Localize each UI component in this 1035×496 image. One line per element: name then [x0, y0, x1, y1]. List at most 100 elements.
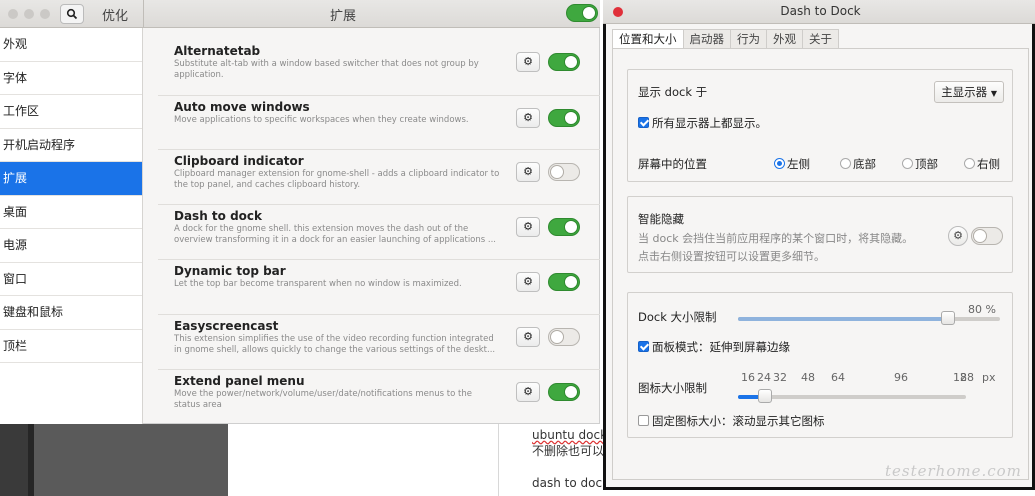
position-radio-label: 左侧	[787, 157, 810, 171]
display-frame: 显示 dock 于 主显示器 ▼ 所有显示器上都显示。 屏幕中的位置 左侧 底部 顶…	[627, 69, 1013, 182]
panel-mode-checkbox[interactable]	[638, 341, 649, 352]
autohide-frame: 智能隐藏 当 dock 会挡住当前应用程序的某个窗口时，将其隐藏。 点击右侧设置…	[627, 196, 1013, 273]
sidebar-item[interactable]: 开机启动程序	[0, 129, 142, 162]
sidebar-item[interactable]: 工作区	[0, 95, 142, 129]
extension-row: Dash to dock A dock for the gnome shell. …	[158, 204, 600, 258]
icon-size-unit: px	[982, 371, 996, 384]
gear-icon: ⚙	[523, 275, 533, 288]
extension-description: Substitute alt-tab with a window based s…	[174, 59, 479, 80]
icon-size-tick-label: 48	[801, 371, 815, 384]
settings-tab[interactable]: 位置和大小	[612, 29, 684, 49]
sidebar-item[interactable]: 窗口	[0, 263, 142, 296]
window-close-dot[interactable]	[8, 9, 18, 19]
window-maximize-dot[interactable]	[40, 9, 50, 19]
extension-row: Auto move windows Move applications to sp…	[158, 95, 600, 149]
settings-tab[interactable]: 关于	[803, 29, 839, 49]
window-minimize-dot[interactable]	[24, 9, 34, 19]
toggle-knob	[582, 6, 596, 20]
extension-toggle[interactable]	[548, 328, 580, 346]
extension-settings-button[interactable]: ⚙	[516, 162, 540, 182]
dash-to-dock-header-bar: Dash to Dock	[603, 0, 1035, 24]
toggle-knob	[564, 220, 578, 234]
search-icon	[66, 8, 78, 20]
toggle-knob	[564, 111, 578, 125]
settings-tab[interactable]: 启动器	[683, 29, 731, 49]
autohide-hint-1: 当 dock 会挡住当前应用程序的某个窗口时，将其隐藏。	[638, 232, 914, 245]
extension-settings-button[interactable]: ⚙	[516, 382, 540, 402]
position-radio-label: 底部	[853, 157, 876, 171]
autohide-label: 智能隐藏	[638, 212, 684, 226]
sidebar-item[interactable]: 外观	[0, 28, 142, 62]
extension-description: A dock for the gnome shell. this extensi…	[174, 224, 497, 245]
position-radio[interactable]: 右侧	[964, 156, 1000, 172]
position-radio-label: 右侧	[977, 157, 1000, 171]
extension-description: Let the top bar become transparent when …	[174, 279, 462, 289]
radio-circle[interactable]	[774, 158, 785, 169]
fixed-icon-option[interactable]: 固定图标大小：滚动显示其它图标	[638, 413, 825, 429]
dock-size-slider-handle[interactable]	[941, 311, 955, 325]
dash-to-dock-window: Dash to Dock 位置和大小 启动器 行为 外观 关于 显示 dock 于 主显…	[603, 0, 1035, 490]
chevron-down-icon: ▼	[990, 89, 997, 98]
extension-settings-button[interactable]: ⚙	[516, 217, 540, 237]
panel-mode-option[interactable]: 面板模式：延伸到屏幕边缘	[638, 339, 790, 355]
autohide-settings-button[interactable]: ⚙	[948, 226, 968, 246]
extension-toggle[interactable]	[548, 53, 580, 71]
panel-mode-label: 面板模式：延伸到屏幕边缘	[652, 340, 790, 354]
extension-settings-button[interactable]: ⚙	[516, 327, 540, 347]
extension-toggle[interactable]	[548, 273, 580, 291]
header-separator	[143, 0, 144, 28]
all-monitors-label: 所有显示器上都显示。	[652, 116, 767, 130]
dock-size-slider[interactable]	[738, 311, 1000, 325]
gear-icon: ⚙	[523, 111, 533, 124]
background-dark-strip	[0, 420, 28, 496]
sidebar-item[interactable]: 桌面	[0, 196, 142, 229]
sidebar-item[interactable]: 电源	[0, 229, 142, 263]
toggle-knob	[550, 165, 564, 179]
all-monitors-option[interactable]: 所有显示器上都显示。	[638, 115, 767, 131]
fixed-icon-checkbox[interactable]	[638, 415, 649, 426]
gear-icon: ⚙	[523, 330, 533, 343]
toggle-knob	[564, 385, 578, 399]
sidebar: 外观 字体 工作区 开机启动程序 扩展 桌面 电源 窗口 键盘和鼠标 顶栏	[0, 28, 143, 424]
monitor-select[interactable]: 主显示器 ▼	[934, 81, 1004, 103]
extension-toggle[interactable]	[548, 163, 580, 181]
extension-toggle[interactable]	[548, 383, 580, 401]
extension-list: Alternatetab Substitute alt-tab with a wi…	[144, 28, 600, 424]
gear-icon: ⚙	[523, 385, 533, 398]
icon-size-slider[interactable]	[738, 389, 966, 403]
autohide-toggle[interactable]	[971, 227, 1003, 245]
radio-circle[interactable]	[902, 158, 913, 169]
fixed-icon-label: 固定图标大小：滚动显示其它图标	[652, 414, 825, 428]
sidebar-item[interactable]: 扩展	[0, 162, 142, 196]
sidebar-item[interactable]: 键盘和鼠标	[0, 296, 142, 330]
sidebar-item[interactable]: 字体	[0, 62, 142, 95]
sidebar-item[interactable]: 顶栏	[0, 330, 142, 363]
extension-settings-button[interactable]: ⚙	[516, 108, 540, 128]
extension-settings-button[interactable]: ⚙	[516, 52, 540, 72]
icon-size-slider-handle[interactable]	[758, 389, 772, 403]
radio-circle[interactable]	[964, 158, 975, 169]
position-radio[interactable]: 左侧	[774, 156, 810, 172]
extension-settings-button[interactable]: ⚙	[516, 272, 540, 292]
search-button[interactable]	[60, 4, 84, 24]
extension-description: Clipboard manager extension for gnome-sh…	[174, 169, 500, 190]
gear-icon: ⚙	[523, 55, 533, 68]
size-frame: Dock 大小限制 80 % 面板模式：延伸到屏幕边缘 图标大小限制 16 24 3…	[627, 292, 1013, 438]
icon-size-tick-label: 16	[741, 371, 755, 384]
extension-row: Dynamic top bar Let the top bar become tr…	[158, 259, 600, 313]
all-monitors-checkbox[interactable]	[638, 117, 649, 128]
settings-tab[interactable]: 行为	[731, 29, 767, 49]
icon-size-tick-label: 24	[757, 371, 771, 384]
gear-icon: ⚙	[953, 229, 963, 242]
settings-tab[interactable]: 外观	[767, 29, 803, 49]
position-radio[interactable]: 底部	[840, 156, 876, 172]
radio-circle[interactable]	[840, 158, 851, 169]
extension-name: Easyscreencast	[174, 319, 279, 333]
extension-toggle[interactable]	[548, 109, 580, 127]
extension-toggle[interactable]	[548, 218, 580, 236]
extension-description: Move the power/network/volume/user/date/…	[174, 389, 472, 410]
gear-icon: ⚙	[523, 220, 533, 233]
position-radio[interactable]: 顶部	[902, 156, 938, 172]
extensions-global-toggle[interactable]	[566, 4, 598, 22]
extension-row: Easyscreencast This extension simplifies …	[158, 314, 600, 368]
